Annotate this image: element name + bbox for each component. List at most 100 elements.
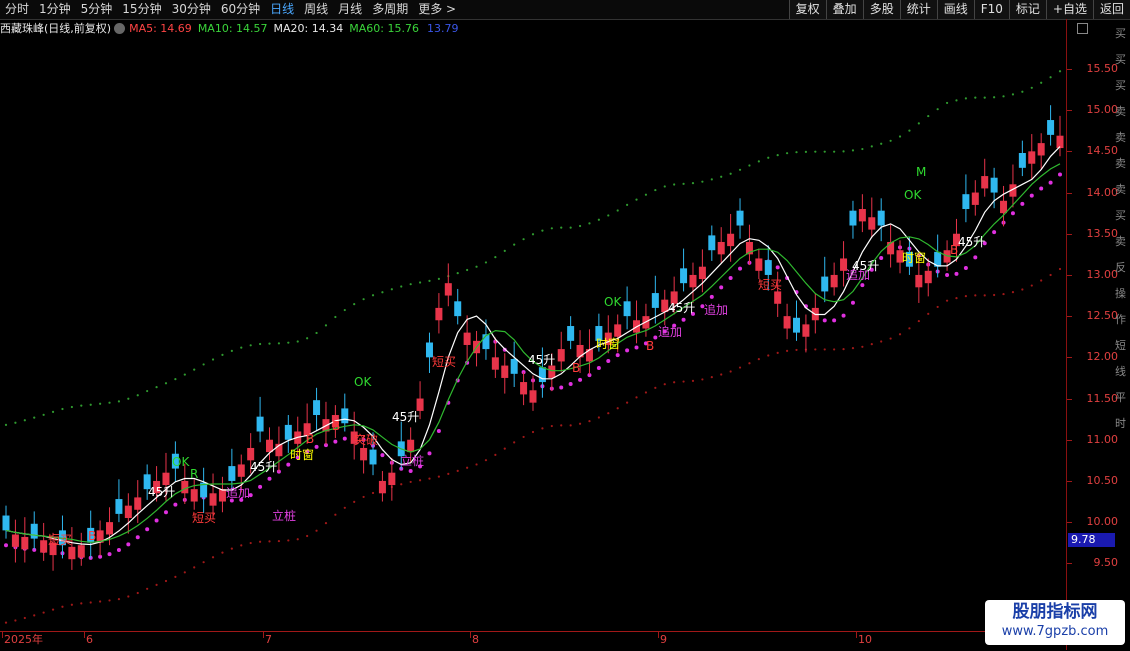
- upper-band-dot: [607, 214, 610, 217]
- lower-band-dot: [400, 483, 403, 486]
- period-tab-2[interactable]: 5分钟: [76, 0, 118, 19]
- lower-band-dot: [701, 378, 704, 381]
- period-tab-6[interactable]: 日线: [265, 0, 299, 19]
- tool-button-1[interactable]: 叠加: [825, 0, 863, 19]
- candle-body: [1047, 120, 1055, 135]
- candle-body: [1018, 153, 1026, 168]
- lower-band-dot: [776, 351, 779, 354]
- ma10-label: MA10: 14.57: [197, 21, 268, 35]
- upper-band-dot: [1049, 76, 1052, 79]
- upper-band-dot: [908, 129, 911, 132]
- side-signal-text: 卖: [1115, 131, 1126, 144]
- trend-dot: [107, 552, 112, 557]
- candle-body: [360, 447, 368, 461]
- candle-body: [651, 293, 659, 308]
- upper-band-dot: [315, 331, 318, 335]
- candle-body: [727, 233, 735, 247]
- upper-band-dot: [560, 226, 563, 229]
- tool-button-2[interactable]: 多股: [862, 0, 900, 19]
- lower-band-dot: [466, 466, 469, 469]
- lower-band-dot: [654, 386, 657, 389]
- period-tab-8[interactable]: 月线: [333, 0, 367, 19]
- axis-toggle-icon[interactable]: [1077, 23, 1088, 34]
- lower-band-dot: [644, 391, 648, 394]
- period-tab-3[interactable]: 15分钟: [117, 0, 166, 19]
- signal-label: B: [332, 419, 340, 433]
- tool-button-8[interactable]: 返回: [1092, 0, 1130, 19]
- lower-band-dot: [14, 619, 17, 622]
- period-tab-7[interactable]: 周线: [299, 0, 333, 19]
- candle-body: [868, 217, 876, 230]
- upper-band-dot: [14, 421, 17, 424]
- candle-body: [284, 424, 292, 440]
- signal-label: OK: [604, 295, 622, 309]
- trend-dot: [625, 348, 630, 353]
- signal-label: OK: [904, 188, 922, 202]
- trend-dot: [681, 317, 686, 322]
- lower-band-dot: [720, 373, 723, 376]
- period-tab-1[interactable]: 1分钟: [34, 0, 76, 19]
- upper-band-dot: [663, 185, 666, 188]
- upper-band-dot: [42, 413, 45, 416]
- upper-band-dot: [183, 373, 186, 376]
- tool-button-7[interactable]: +自选: [1045, 0, 1093, 19]
- tool-button-5[interactable]: F10: [973, 0, 1009, 19]
- lower-band-dot: [531, 430, 535, 434]
- signal-label: 45升: [668, 301, 695, 315]
- lower-band-dot: [155, 583, 158, 586]
- tool-button-3[interactable]: 统计: [899, 0, 937, 19]
- upper-band-dot: [588, 222, 591, 225]
- candle-body: [378, 480, 386, 494]
- period-tab-5[interactable]: 60分钟: [216, 0, 265, 19]
- upper-band-dot: [898, 135, 902, 138]
- upper-band-dot: [127, 397, 130, 400]
- price-axis[interactable]: 15.50 15.00 14.50 14.00 13.50 13.00 12.50 12.00…: [1066, 19, 1130, 650]
- trend-dot: [709, 294, 714, 299]
- signal-label: 45升: [528, 353, 555, 367]
- lower-band-dot: [833, 348, 836, 351]
- signal-label: R: [190, 467, 198, 481]
- candle-body: [256, 416, 264, 432]
- period-tab-0[interactable]: 分时: [0, 0, 34, 19]
- period-tab-10[interactable]: 更多 >: [413, 0, 461, 19]
- trend-dot: [380, 453, 385, 458]
- period-tab-9[interactable]: 多周期: [367, 0, 413, 19]
- upper-band-dot: [804, 150, 808, 153]
- indicator-settings-icon[interactable]: [114, 22, 126, 34]
- upper-band-dot: [569, 226, 572, 229]
- period-tab-4[interactable]: 30分钟: [167, 0, 216, 19]
- lower-band-dot: [503, 447, 506, 450]
- lower-band-dot: [550, 424, 553, 428]
- date-label: 2025年: [4, 633, 43, 646]
- lower-band-dot: [682, 380, 685, 383]
- upper-band-dot: [833, 150, 836, 153]
- lower-band-dot: [4, 621, 8, 624]
- candle-body: [21, 536, 29, 550]
- upper-band-dot: [1030, 86, 1033, 89]
- tool-button-0[interactable]: 复权: [788, 0, 826, 19]
- lower-band-dot: [785, 349, 789, 353]
- candle-body: [538, 367, 546, 383]
- lower-band-dot: [795, 348, 798, 352]
- trend-dot: [596, 366, 601, 371]
- stock-title[interactable]: 西藏珠峰(日线,前复权): [0, 20, 111, 36]
- y-tick-mark: [1067, 151, 1072, 153]
- lower-band-dot: [663, 383, 666, 386]
- trend-dot: [1020, 201, 1025, 206]
- lower-band-dot: [851, 347, 855, 350]
- tool-button-6[interactable]: 标记: [1008, 0, 1046, 19]
- trend-dot: [4, 543, 8, 548]
- upper-band-dot: [287, 341, 290, 344]
- upper-band-dot: [221, 353, 224, 356]
- lower-band-dot: [108, 599, 111, 602]
- trend-dot: [973, 255, 978, 260]
- tool-button-4[interactable]: 画线: [936, 0, 974, 19]
- upper-band-dot: [851, 149, 855, 152]
- candle-body: [708, 235, 716, 251]
- candle-body: [40, 540, 48, 553]
- trend-dot: [879, 255, 884, 260]
- date-tick: [84, 632, 85, 638]
- kline-chart[interactable]: 短买 B45升短买追加45升立桩时窗BBOK突破45升立桩短买 45升B时窗OKB追…: [0, 36, 1066, 631]
- candle-body: [548, 365, 556, 378]
- lower-band-dot: [211, 556, 215, 559]
